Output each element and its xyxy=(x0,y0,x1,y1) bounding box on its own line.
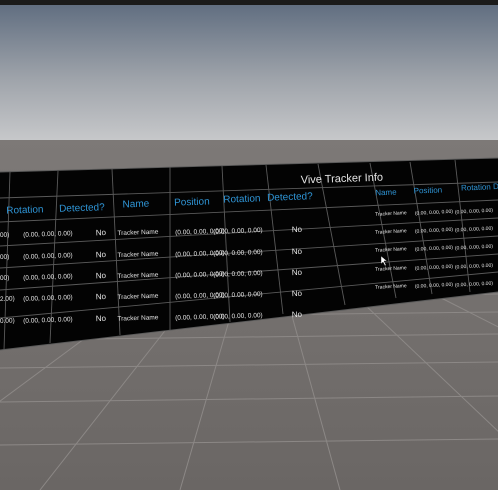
column-header: Rotation xyxy=(461,182,491,192)
column-header: Name xyxy=(122,199,149,211)
table-cell: 00) xyxy=(0,275,9,282)
table-cell: No xyxy=(96,271,107,280)
column-header: Position xyxy=(414,186,443,196)
table-cell: Tracker Name xyxy=(117,229,159,237)
table-cell: 0.00) xyxy=(0,317,15,325)
window-top-strip xyxy=(0,0,498,5)
table-cell: No xyxy=(96,292,107,301)
column-header: Detected? xyxy=(59,202,105,215)
table-cell: No xyxy=(292,225,303,234)
table-cell: No xyxy=(292,310,303,319)
table-cell: Tracker Name xyxy=(117,251,159,259)
column-header: Position xyxy=(174,196,210,208)
table-cell: Tracker Name xyxy=(117,293,159,301)
table-cell: No xyxy=(292,289,303,298)
table-cell: 00) xyxy=(0,232,9,239)
table-cell: No xyxy=(96,228,107,237)
column-header: Rotation xyxy=(6,204,44,216)
column-header: Name xyxy=(375,188,397,198)
table-cell: 00) xyxy=(0,254,9,261)
table-cell: No xyxy=(96,314,107,323)
column-header: Detected? xyxy=(267,191,313,204)
3d-viewport[interactable]: Rotation Detected? Name Position Rotation Det… xyxy=(0,0,498,490)
table-cell: No xyxy=(292,268,303,277)
sky xyxy=(0,0,498,142)
table-cell: Tracker Name xyxy=(117,314,159,322)
table-cell: Tracker Name xyxy=(117,272,159,280)
table-cell: No xyxy=(96,250,107,259)
column-header: Rotation xyxy=(223,193,261,205)
table-cell: 2.00) xyxy=(0,295,15,303)
table-cell: No xyxy=(292,247,303,256)
column-header: D xyxy=(493,182,498,191)
